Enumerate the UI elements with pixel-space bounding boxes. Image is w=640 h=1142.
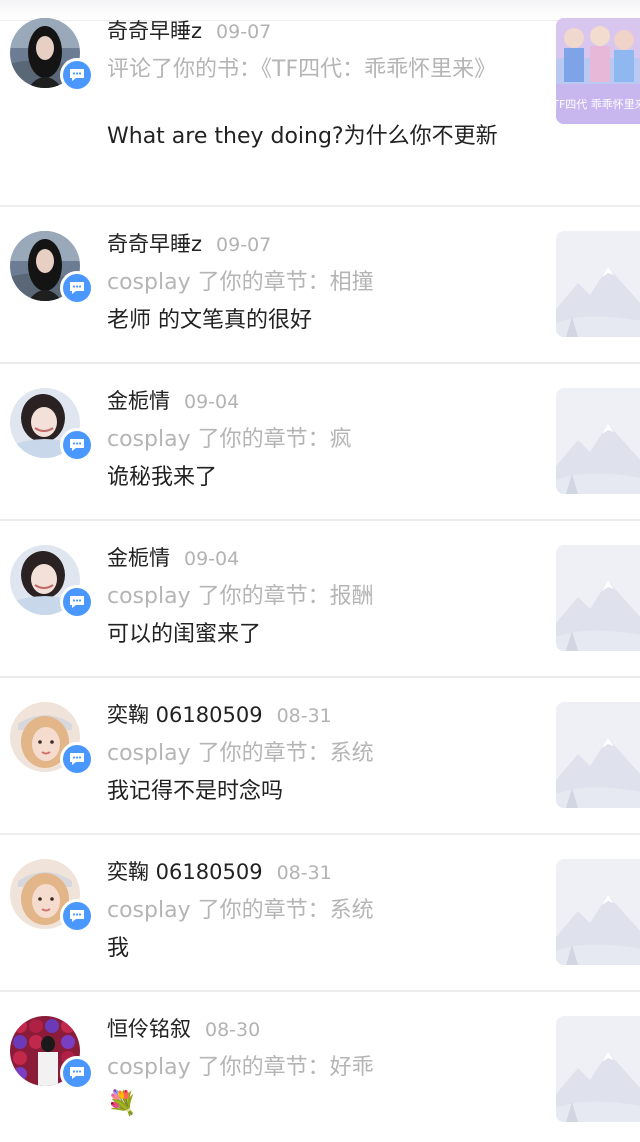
mountain-placeholder-icon[interactable]	[556, 545, 640, 651]
name-line: 奇奇早睡z 09-07	[107, 231, 271, 258]
notification-item[interactable]: 奇奇早睡z 09-07 评论了你的书：《TF四代：乖乖怀里来》 What are …	[0, 0, 640, 207]
date: 08-30	[205, 1019, 261, 1041]
name-line: 奕鞠 06180509 08-31	[107, 859, 332, 886]
comment-badge-icon	[60, 58, 94, 92]
action-text[interactable]: cosplay 了你的章节：相撞	[107, 268, 527, 297]
action-text[interactable]: cosplay 了你的章节：系统	[107, 896, 527, 925]
action-text[interactable]: cosplay 了你的章节：报酬	[107, 582, 527, 611]
date: 09-04	[184, 548, 240, 570]
name-line: 金栀情 09-04	[107, 388, 239, 415]
avatar[interactable]	[10, 388, 94, 462]
avatar[interactable]	[10, 545, 94, 619]
notification-list: 奇奇早睡z 09-07 评论了你的书：《TF四代：乖乖怀里来》 What are …	[0, 0, 640, 1142]
date: 09-04	[184, 391, 240, 413]
notification-item[interactable]: 金栀情 09-04 cosplay 了你的章节：疯 诡秘我来了	[0, 364, 640, 521]
avatar[interactable]	[10, 18, 94, 92]
notification-item[interactable]: 奕鞠 06180509 08-31 cosplay 了你的章节：系统 我记得不是时…	[0, 678, 640, 835]
avatar[interactable]	[10, 1016, 94, 1090]
user-name[interactable]: 金栀情	[107, 389, 170, 413]
comment-badge-icon	[60, 585, 94, 619]
comment-content[interactable]: 我记得不是时念吗	[107, 777, 527, 806]
avatar[interactable]	[10, 231, 94, 305]
mountain-placeholder-icon[interactable]	[556, 859, 640, 965]
mountain-placeholder-icon[interactable]	[556, 388, 640, 494]
name-line: 金栀情 09-04	[107, 545, 239, 572]
user-name[interactable]: 奕鞠 06180509	[107, 860, 263, 884]
user-name[interactable]: 恒伶铭叙	[107, 1017, 191, 1041]
action-text[interactable]: cosplay 了你的章节：疯	[107, 425, 527, 454]
comment-badge-icon	[60, 271, 94, 305]
date: 09-07	[216, 21, 272, 43]
action-text[interactable]: cosplay 了你的章节：好乖	[107, 1053, 527, 1082]
notification-item[interactable]: 恒伶铭叙 08-30 cosplay 了你的章节：好乖 💐	[0, 992, 640, 1142]
date: 08-31	[276, 705, 332, 727]
user-name[interactable]: 奕鞠 06180509	[107, 703, 263, 727]
comment-badge-icon	[60, 1056, 94, 1090]
mountain-placeholder-icon[interactable]	[556, 1016, 640, 1122]
action-text[interactable]: cosplay 了你的章节：系统	[107, 739, 527, 768]
notification-item[interactable]: 金栀情 09-04 cosplay 了你的章节：报酬 可以的闺蜜来了	[0, 521, 640, 678]
comment-content[interactable]: What are they doing?为什么你不更新	[107, 122, 527, 151]
user-name[interactable]: 金栀情	[107, 546, 170, 570]
comment-content[interactable]: 我	[107, 934, 527, 963]
date: 08-31	[276, 862, 332, 884]
book-cover-thumbnail-icon[interactable]: TF四代 乖乖怀里来	[556, 18, 640, 124]
comment-badge-icon	[60, 742, 94, 776]
user-name[interactable]: 奇奇早睡z	[107, 19, 202, 43]
mountain-placeholder-icon[interactable]	[556, 702, 640, 808]
date: 09-07	[216, 234, 272, 256]
comment-content[interactable]: 诡秘我来了	[107, 463, 527, 492]
avatar[interactable]	[10, 859, 94, 933]
thumb-title: TF四代 乖乖怀里来	[556, 98, 640, 111]
name-line: 恒伶铭叙 08-30	[107, 1016, 260, 1043]
mountain-placeholder-icon[interactable]	[556, 231, 640, 337]
notification-item[interactable]: 奕鞠 06180509 08-31 cosplay 了你的章节：系统 我	[0, 835, 640, 992]
comment-content[interactable]: 💐	[107, 1089, 527, 1118]
user-name[interactable]: 奇奇早睡z	[107, 232, 202, 256]
comment-content[interactable]: 可以的闺蜜来了	[107, 620, 527, 649]
comment-badge-icon	[60, 428, 94, 462]
notification-item[interactable]: 奇奇早睡z 09-07 cosplay 了你的章节：相撞 老师 的文笔真的很好	[0, 207, 640, 364]
name-line: 奕鞠 06180509 08-31	[107, 702, 332, 729]
comment-badge-icon	[60, 899, 94, 933]
comment-content[interactable]: 老师 的文笔真的很好	[107, 306, 527, 335]
action-text[interactable]: 评论了你的书：《TF四代：乖乖怀里来》	[107, 55, 527, 84]
avatar[interactable]	[10, 702, 94, 776]
name-line: 奇奇早睡z 09-07	[107, 18, 271, 45]
